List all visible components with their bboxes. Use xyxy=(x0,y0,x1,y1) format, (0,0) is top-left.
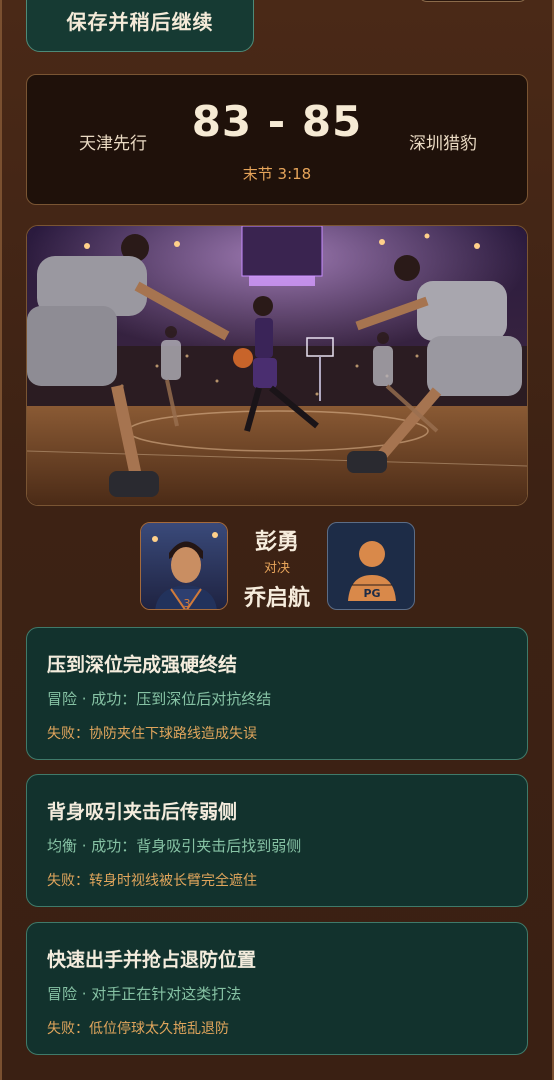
choice-card[interactable]: 压到深位完成强硬终结 冒险 · 成功：压到深位后对抗终结 失败：协防夹住下球路线… xyxy=(26,627,528,760)
choice-failure-info: 失败：转身时视线被长臂完全遮住 xyxy=(47,873,257,889)
choice-failure-info: 失败：低位停球太久拖乱退防 xyxy=(47,1021,229,1037)
versus-label: 对决 xyxy=(263,561,290,576)
away-team-name: 深圳猎豹 xyxy=(409,134,477,154)
choice-title: 压到深位完成强硬终结 xyxy=(47,654,238,676)
choice-success-info: 冒险 · 对手正在针对这类打法 xyxy=(47,985,242,1003)
game-scene-illustration xyxy=(26,225,528,506)
player-avatar: 3 xyxy=(140,522,228,610)
svg-text:3: 3 xyxy=(184,597,191,610)
opponent-position-label: PG xyxy=(363,587,380,600)
player-matchup: 3 彭勇 对决 乔启航 PG xyxy=(0,520,554,612)
player-portrait-icon: 3 xyxy=(141,523,227,610)
choice-card[interactable]: 快速出手并抢占退防位置 冒险 · 对手正在针对这类打法 失败：低位停球太久拖乱退… xyxy=(26,922,528,1055)
basketball-arena-illustration xyxy=(27,226,527,505)
opponent-avatar: PG xyxy=(327,522,415,610)
save-and-continue-later-button[interactable]: 保存并稍后继续 xyxy=(26,0,254,52)
opponent-name: 乔启航 xyxy=(243,586,310,611)
opponent-placeholder-icon: PG xyxy=(348,541,396,601)
save-button-label: 保存并稍后继续 xyxy=(66,10,214,34)
choice-failure-info: 失败：协防夹住下球路线造成失误 xyxy=(47,726,257,742)
choice-success-info: 冒险 · 成功：压到深位后对抗终结 xyxy=(47,690,272,708)
choice-title: 背身吸引夹击后传弱侧 xyxy=(47,801,238,823)
choice-success-info: 均衡 · 成功：背身吸引夹击后找到弱侧 xyxy=(47,837,302,855)
game-clock: 末节 3:18 xyxy=(242,165,312,183)
choice-card[interactable]: 背身吸引夹击后传弱侧 均衡 · 成功：背身吸引夹击后找到弱侧 失败：转身时视线被… xyxy=(26,774,528,907)
scoreboard: 天津先行 83 - 85 深圳猎豹 末节 3:18 xyxy=(26,74,528,205)
top-menu-button[interactable] xyxy=(418,0,528,2)
choice-title: 快速出手并抢占退防位置 xyxy=(47,949,257,971)
player-name: 彭勇 xyxy=(254,530,299,555)
